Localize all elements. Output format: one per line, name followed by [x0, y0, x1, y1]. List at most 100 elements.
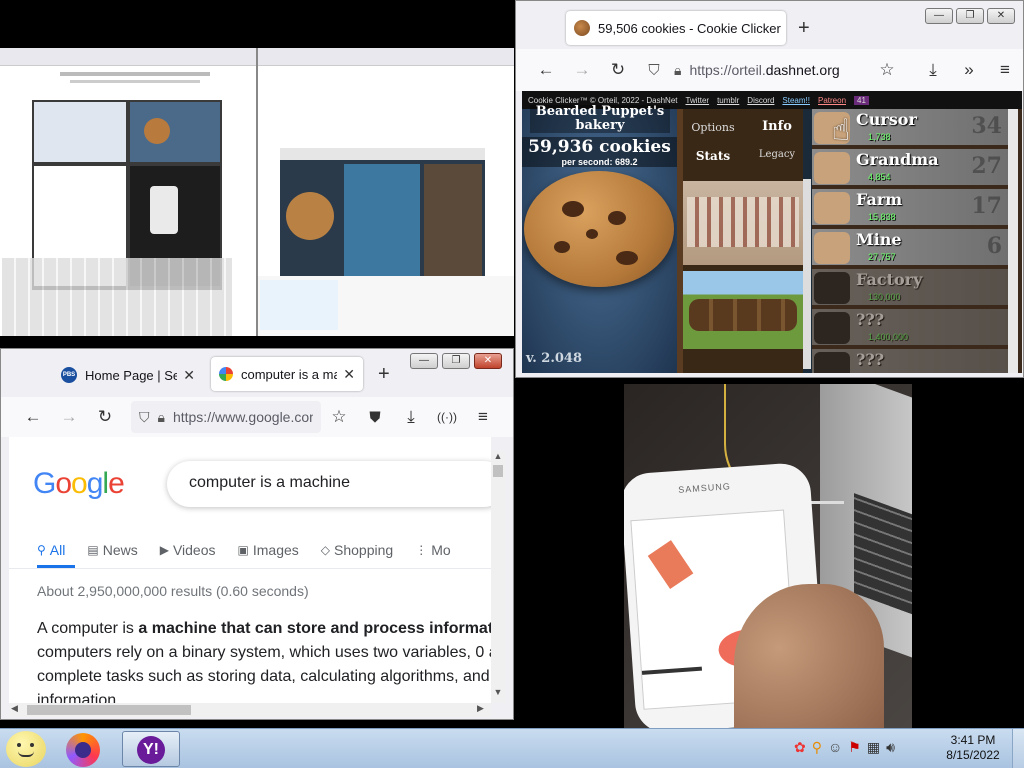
search-tab-shopping[interactable]: ◇ Shopping: [321, 537, 393, 563]
pocket-icon[interactable]: ⛊: [357, 409, 393, 426]
search-tab-mo[interactable]: ⋮ Mo: [415, 537, 450, 563]
hamburger-menu-icon[interactable]: ≡: [465, 407, 501, 427]
maximize-button[interactable]: ❐: [956, 8, 984, 24]
minimize-button[interactable]: —: [410, 353, 438, 369]
clock[interactable]: 3:41 PM 8/15/2022: [940, 733, 1006, 763]
smiley-app-icon[interactable]: [6, 731, 46, 767]
reload-icon[interactable]: ↻: [600, 60, 636, 80]
close-tab-icon[interactable]: ✕: [781, 20, 786, 37]
back-icon[interactable]: ←: [528, 60, 564, 80]
store-item-count: 17: [971, 193, 1002, 219]
image-icon: ▣: [237, 543, 249, 557]
url-bar[interactable]: ⛉ 🔒︎ https://www.google.com: [131, 401, 321, 433]
tab-google-search[interactable]: computer is a machine ✕: [211, 357, 363, 391]
taskbar: Y! ✿ ⚲ ☺ ⚑ ▦ 🔊︎ 3:41 PM 8/15/2022: [0, 728, 1024, 768]
url-bar[interactable]: 🔒︎ https://orteil. dashnet.org: [672, 54, 869, 86]
bookmark-star-icon[interactable]: ☆: [869, 60, 905, 80]
back-icon[interactable]: ←: [15, 407, 51, 427]
patreon-link[interactable]: Patreon: [818, 96, 846, 105]
store-item-4[interactable]: Mine 27,757 6: [812, 229, 1008, 267]
webcam-video: SAMSUNG: [624, 384, 912, 728]
farm-row-scene: [683, 271, 803, 349]
stats-button[interactable]: Stats: [687, 149, 739, 163]
info-button[interactable]: Info: [751, 119, 803, 134]
tab-title: 59,506 cookies - Cookie Clicker: [598, 20, 781, 36]
lock-icon: 🔒︎: [157, 408, 165, 425]
store-scrollbar[interactable]: [1008, 109, 1018, 373]
close-tab-icon[interactable]: ✕: [177, 367, 195, 384]
flag-icon[interactable]: ⚑: [848, 739, 861, 759]
store-item-7[interactable]: ???: [812, 349, 1008, 373]
steam-link[interactable]: Steam!!: [782, 96, 810, 105]
orange-shape: [647, 540, 694, 589]
forward-icon[interactable]: →: [51, 407, 87, 427]
navigation-bar: ← → ↻ ⛉ 🔒︎ https://www.google.com ☆ ⛊ ⤓ …: [1, 397, 513, 437]
close-tab-icon[interactable]: ✕: [337, 366, 355, 383]
options-button[interactable]: Options: [687, 121, 739, 134]
firefox-app-icon[interactable]: [66, 733, 100, 767]
desktop: 59,506 cookies - Cookie Clicker ✕ + — ❐ …: [0, 0, 1024, 768]
reload-icon[interactable]: ↻: [87, 407, 123, 427]
search-tab-news[interactable]: ▤ News: [87, 537, 137, 563]
cookie-count: 59,936 cookies: [522, 137, 677, 157]
shield-icon[interactable]: ⛉: [636, 62, 672, 79]
new-tab-button[interactable]: +: [798, 17, 810, 40]
store-item-count: 27: [971, 153, 1002, 179]
download-icon[interactable]: ⤓: [393, 407, 429, 427]
store-item-2[interactable]: Grandma 4,854 27: [812, 149, 1008, 187]
close-window-button[interactable]: ✕: [987, 8, 1015, 24]
new-tab-button[interactable]: +: [378, 363, 390, 386]
store-item-6[interactable]: ??? 1,400,000: [812, 309, 1008, 347]
magnifier-icon[interactable]: ⚲: [812, 739, 822, 759]
scrollbar-thumb[interactable]: [493, 465, 503, 477]
forward-icon[interactable]: →: [564, 60, 600, 80]
store-item-name: Farm: [856, 190, 903, 209]
close-window-button[interactable]: ✕: [474, 353, 502, 369]
store-panel: Cursor 1,738 34 Grandma 4,854 27 Farm 15,838 17 M…: [812, 109, 1022, 373]
search-tab-all[interactable]: ⚲ All: [37, 537, 65, 563]
volume-icon[interactable]: 🔊︎: [886, 739, 895, 759]
store-item-name: Cursor: [856, 110, 917, 129]
show-desktop-button[interactable]: [1012, 729, 1024, 768]
store-item-price: 27,757: [868, 252, 896, 262]
tumblr-link[interactable]: tumblr: [717, 96, 739, 105]
store-item-price: 1,400,000: [868, 332, 909, 342]
vertical-scrollbar[interactable]: ▲ ▼: [491, 451, 505, 703]
search-tab-images[interactable]: ▣ Images: [238, 537, 299, 563]
middle-scrollbar[interactable]: [803, 179, 811, 369]
extension-icon[interactable]: ((·)): [429, 410, 465, 424]
store-item-5[interactable]: Factory 130,000: [812, 269, 1008, 307]
tab-title: computer is a machine: [241, 366, 337, 382]
store-item-icon: [814, 192, 850, 224]
google-logo[interactable]: Google: [33, 467, 125, 501]
tab-home-page[interactable]: PBS Home Page | Sesame ✕: [53, 359, 203, 391]
horizontal-scrollbar[interactable]: ◀ ▶: [9, 703, 491, 717]
overflow-chevron-icon[interactable]: »: [951, 60, 987, 80]
discord-link[interactable]: Discord: [747, 96, 774, 105]
network-icon[interactable]: ▦: [867, 739, 880, 759]
middle-panel: Options Info Stats Legacy: [683, 109, 811, 373]
clock-time: 3:41 PM: [950, 733, 996, 747]
shield-icon: ⛉: [139, 408, 150, 425]
search-tab-videos[interactable]: ▶ Videos: [160, 537, 216, 563]
twitter-link[interactable]: Twitter: [686, 96, 710, 105]
tab-cookie-clicker[interactable]: 59,506 cookies - Cookie Clicker ✕: [566, 11, 786, 45]
big-cookie[interactable]: [524, 171, 674, 287]
search-tab-label: All: [49, 542, 66, 558]
maximize-button[interactable]: ❐: [442, 353, 470, 369]
search-input[interactable]: computer is a machine: [167, 461, 491, 507]
scrollbar-thumb[interactable]: [27, 705, 191, 715]
logo-letter-o1: o: [55, 467, 72, 500]
logo-letter-g: G: [33, 467, 56, 500]
hamburger-menu-icon[interactable]: ≡: [987, 60, 1023, 80]
color-picker-icon[interactable]: ✿: [794, 739, 806, 759]
navigation-bar: ← → ↻ ⛉ 🔒︎ https://orteil. dashnet.org ☆ …: [516, 49, 1023, 91]
store-item-3[interactable]: Farm 15,838 17: [812, 189, 1008, 227]
lock-icon: 🔒︎: [674, 61, 682, 78]
minimize-button[interactable]: —: [925, 8, 953, 24]
smiley-tray-icon[interactable]: ☺: [828, 739, 842, 759]
download-icon[interactable]: ⤓: [915, 60, 951, 80]
yahoo-messenger-app-icon[interactable]: Y!: [122, 731, 180, 767]
bookmark-star-icon[interactable]: ☆: [321, 407, 357, 427]
legacy-button[interactable]: Legacy: [751, 149, 803, 160]
